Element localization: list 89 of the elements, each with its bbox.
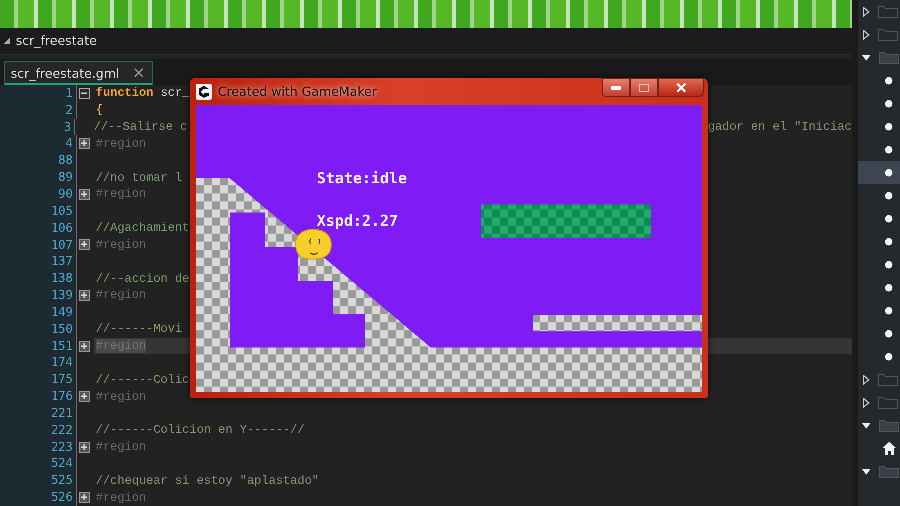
line-number: 138	[0, 270, 75, 288]
line-number: 139	[0, 287, 75, 304]
line-number: 150	[0, 320, 75, 338]
expand-icon[interactable]	[79, 492, 90, 504]
code-comment: //--Salirse c	[94, 120, 188, 134]
home-icon[interactable]	[883, 442, 896, 455]
line-number: 525	[0, 472, 75, 490]
collapse-arrow-icon[interactable]	[862, 468, 871, 474]
line-number: 176	[0, 388, 75, 405]
region-keyword: #region	[96, 490, 146, 505]
minimize-button[interactable]	[602, 78, 630, 97]
line-number: 175	[0, 371, 75, 388]
resource-dot-icon[interactable]	[885, 146, 893, 154]
region-keyword: #region	[96, 187, 146, 202]
expand-icon[interactable]	[79, 442, 90, 453]
line-number: 151	[0, 338, 75, 354]
line-number: 223	[0, 438, 75, 456]
resource-dot-icon[interactable]	[885, 260, 893, 268]
code-comment: //no tomar l	[96, 170, 182, 185]
collapse-icon[interactable]	[79, 88, 90, 99]
resource-dot-icon[interactable]	[885, 168, 893, 176]
maximize-icon	[639, 84, 649, 92]
expand-icon[interactable]	[79, 340, 90, 352]
region-keyword: #region	[96, 440, 146, 454]
collapse-arrow-icon[interactable]	[862, 422, 871, 428]
code-comment: //Agachamient	[96, 221, 190, 236]
resource-dot-icon[interactable]	[885, 214, 893, 222]
region-keyword: #region	[96, 390, 146, 404]
resource-dot-icon[interactable]	[885, 192, 893, 200]
resource-title: scr_freestate	[16, 33, 98, 48]
hud-text: State:idle	[317, 170, 408, 188]
app-logo-icon	[196, 84, 212, 100]
line-number: 1	[0, 84, 75, 102]
code-text: {	[96, 103, 104, 118]
region-keyword: #region	[96, 288, 146, 302]
line-number: 88	[0, 152, 75, 170]
line-number: 89	[0, 169, 75, 186]
expand-arrow-icon[interactable]	[863, 374, 870, 384]
code-comment: gador en el "Iniciac	[708, 120, 852, 134]
line-number: 4	[0, 135, 75, 152]
expand-arrow-icon[interactable]	[863, 30, 870, 40]
expand-icon[interactable]	[79, 138, 90, 150]
line-number: 524	[0, 455, 75, 472]
close-button[interactable]	[658, 78, 704, 97]
expand-arrow-icon[interactable]	[863, 6, 870, 16]
keyword: function	[96, 86, 154, 100]
line-number: 149	[0, 304, 75, 321]
code-comment: //------Colic	[96, 372, 190, 387]
window-title: Created with GameMaker	[218, 84, 378, 99]
resource-dot-icon[interactable]	[885, 76, 893, 84]
code-comment: //--accion de	[96, 272, 190, 286]
line-number: 221	[0, 404, 75, 422]
line-number: 90	[0, 186, 75, 203]
resource-dot-icon[interactable]	[885, 284, 893, 292]
line-number: 107	[0, 236, 75, 254]
line-number: 2	[0, 102, 75, 119]
editor-tab[interactable]: scr_freestate.gml	[4, 60, 153, 85]
line-number: 174	[0, 354, 75, 372]
resource-dot-icon[interactable]	[885, 352, 893, 360]
collapse-arrow-icon[interactable]	[4, 38, 10, 44]
resource-dot-icon[interactable]	[885, 100, 893, 108]
close-icon[interactable]	[134, 68, 144, 78]
resource-dot-icon[interactable]	[885, 238, 893, 246]
line-number: 526	[0, 489, 75, 506]
resource-dot-icon[interactable]	[885, 122, 893, 130]
expand-icon[interactable]	[79, 188, 90, 200]
line-number: 105	[0, 202, 75, 220]
code-comment: //------Movi	[96, 322, 182, 336]
blob-character	[295, 229, 332, 260]
expand-icon[interactable]	[79, 391, 90, 402]
expand-icon[interactable]	[79, 239, 90, 250]
expand-icon[interactable]	[79, 290, 90, 301]
collapse-arrow-icon[interactable]	[862, 54, 871, 60]
line-number: 137	[0, 253, 75, 270]
function-name: scr_	[160, 86, 190, 100]
line-number: 3	[0, 118, 74, 136]
close-icon	[676, 82, 686, 92]
code-comment: //chequear si estoy "aplastado"	[96, 474, 320, 488]
code-comment: //------Colicion en Y------//	[96, 423, 305, 438]
line-number: 222	[0, 422, 75, 439]
line-number: 106	[0, 220, 75, 237]
region-keyword: #region	[96, 136, 146, 151]
minimize-icon	[611, 86, 621, 90]
resource-dot-icon[interactable]	[885, 306, 893, 314]
hud-text: Xspd:2.27	[317, 212, 398, 230]
resource-dot-icon[interactable]	[885, 330, 893, 338]
maximize-button[interactable]	[630, 78, 658, 97]
expand-arrow-icon[interactable]	[863, 398, 870, 408]
region-keyword: #region	[96, 238, 146, 252]
